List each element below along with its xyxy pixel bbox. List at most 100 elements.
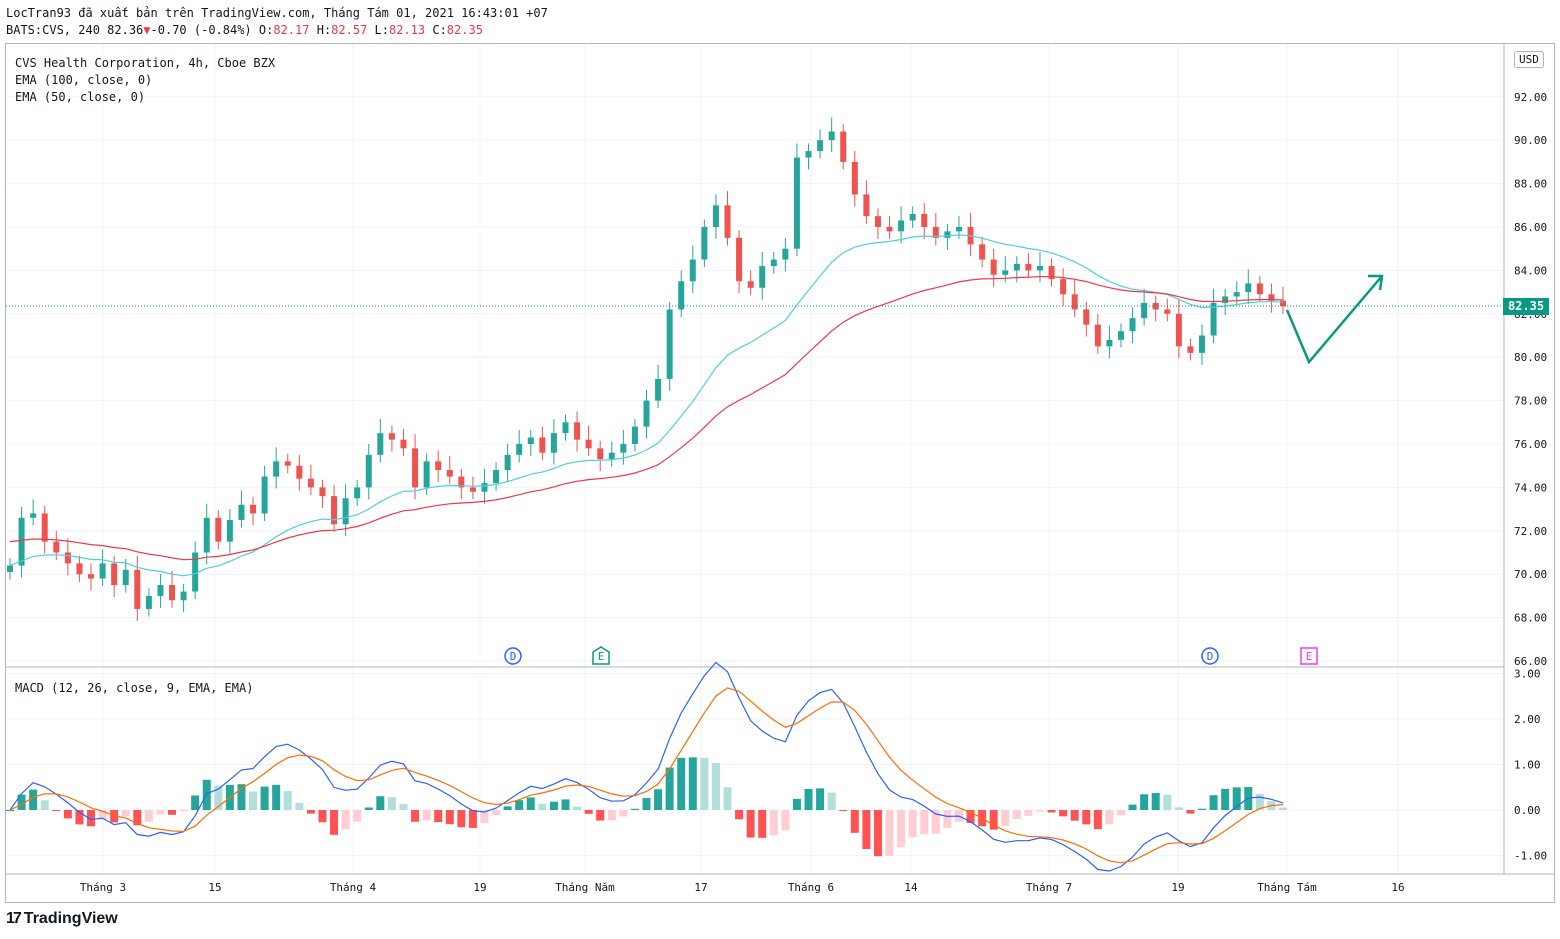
chart-canvas[interactable]: 92.0090.0088.0086.0084.0082.0080.0078.00…	[0, 0, 1560, 939]
projection-arrow	[1285, 275, 1383, 365]
macd-hist-bar	[318, 810, 327, 823]
macd-hist-bar	[422, 810, 431, 821]
candle-body	[7, 565, 13, 573]
macd-hist-bar	[1024, 810, 1033, 817]
candle-body	[817, 140, 824, 152]
candle-body	[655, 378, 662, 401]
ema100-legend[interactable]: EMA (100, close, 0)	[15, 73, 152, 87]
event-marker-label: E	[598, 650, 605, 663]
macd-hist-bar	[1128, 804, 1137, 810]
macd-hist-bar	[1279, 807, 1287, 810]
macd-axis-label: 2.00	[1514, 713, 1541, 726]
macd-hist-bar	[735, 810, 744, 820]
candle-body	[1036, 266, 1043, 271]
candle-body	[666, 309, 673, 379]
candle-body	[736, 237, 743, 282]
candle-body	[284, 461, 291, 466]
candle-body	[469, 487, 476, 492]
macd-hist-bar	[503, 806, 512, 810]
tradingview-mark-icon: 17	[6, 910, 22, 927]
macd-hist-bar	[688, 757, 697, 810]
price-axis-label: 66.00	[1514, 655, 1547, 668]
macd-hist-bar	[607, 810, 616, 821]
macd-hist-bar	[434, 810, 443, 823]
time-axis-label: Tháng 3	[80, 881, 126, 894]
macd-hist-bar	[260, 786, 269, 810]
candle-body	[41, 513, 48, 542]
candle-body	[481, 483, 488, 492]
last-price-tag: 82.35	[1503, 298, 1549, 315]
macd-hist-bar	[1059, 810, 1068, 817]
macd-hist-bar	[792, 798, 801, 810]
ema50-legend[interactable]: EMA (50, close, 0)	[15, 90, 145, 104]
candle-body	[215, 517, 222, 542]
candle-body	[874, 216, 881, 227]
currency-badge[interactable]: USD	[1514, 51, 1544, 68]
macd-hist-bar	[63, 810, 72, 819]
candle-body	[238, 504, 245, 520]
macd-hist-bar	[711, 763, 720, 810]
macd-hist-bar	[677, 757, 686, 810]
signal-line	[9, 687, 1284, 864]
time-axis-labels: Tháng 3 15 Tháng 4 19 Tháng Năm 17 Tháng 6 14 Th…	[80, 881, 1405, 894]
candle-body	[921, 213, 928, 227]
macd-hist-bar	[1174, 807, 1183, 810]
candle-body	[1198, 335, 1205, 353]
candle-body	[1141, 302, 1148, 319]
candle-body	[863, 194, 870, 217]
macd-hist-bar	[549, 801, 558, 810]
time-axis-label: 19	[473, 881, 486, 894]
price-axis-label: 70.00	[1514, 568, 1547, 581]
price-axis-label: 78.00	[1514, 395, 1547, 408]
macd-hist-bar	[191, 795, 200, 810]
macd-hist-bar	[399, 803, 408, 810]
candle-body	[30, 513, 37, 518]
chart-title-legend[interactable]: CVS Health Corporation, 4h, Cboe BZX	[15, 56, 275, 70]
macd-legend[interactable]: MACD (12, 26, close, 9, EMA, EMA)	[15, 681, 253, 695]
candle-body	[990, 259, 997, 275]
candle-body	[180, 591, 187, 601]
candle-body	[1083, 309, 1090, 325]
macd-hist-bar	[341, 810, 350, 830]
candle-body	[1245, 283, 1252, 293]
candle-body	[620, 444, 627, 453]
macd-hist-bar	[168, 810, 177, 815]
tradingview-logo[interactable]: 17 TradingView	[6, 910, 118, 928]
macd-hist-bar	[665, 767, 674, 810]
macd-hist-bar	[1140, 794, 1149, 810]
candle-body	[1175, 313, 1182, 347]
candle-body	[516, 444, 523, 455]
candle-body	[1256, 283, 1263, 295]
event-marker-label: D	[510, 650, 517, 663]
tradingview-brand: TradingView	[23, 910, 118, 927]
candle-body	[1071, 294, 1078, 310]
candle-body	[631, 426, 638, 444]
grid-lines	[6, 44, 1504, 874]
candle-body	[1210, 302, 1217, 336]
price-axis-label: 74.00	[1514, 481, 1547, 494]
candle-body	[886, 227, 893, 232]
macd-hist-bar	[1047, 810, 1056, 813]
macd-hist-bar	[873, 810, 882, 857]
candle-body	[608, 452, 615, 460]
macd-hist-bar	[387, 797, 396, 810]
candle-body	[354, 487, 361, 499]
time-axis-label: 16	[1391, 881, 1404, 894]
macd-hist-bar	[6, 810, 14, 811]
candle-body	[585, 439, 592, 449]
candle-body	[134, 569, 141, 609]
candle-body	[504, 454, 511, 471]
candle-body	[64, 552, 71, 564]
price-axis-labels: 92.0090.0088.0086.0084.0082.0080.0078.00…	[1514, 91, 1547, 668]
macd-hist-bar	[457, 810, 466, 828]
macd-hist-bar	[943, 810, 952, 828]
candle-body	[724, 205, 731, 238]
candle-body	[99, 563, 106, 579]
macd-hist-bar	[827, 792, 836, 810]
macd-hist-bar	[619, 810, 628, 817]
macd-hist-bar	[908, 810, 917, 838]
candle-body	[435, 461, 442, 471]
macd-axis-label: 0.00	[1514, 804, 1541, 817]
macd-hist-bar	[52, 810, 61, 811]
candle-body	[1094, 324, 1101, 347]
